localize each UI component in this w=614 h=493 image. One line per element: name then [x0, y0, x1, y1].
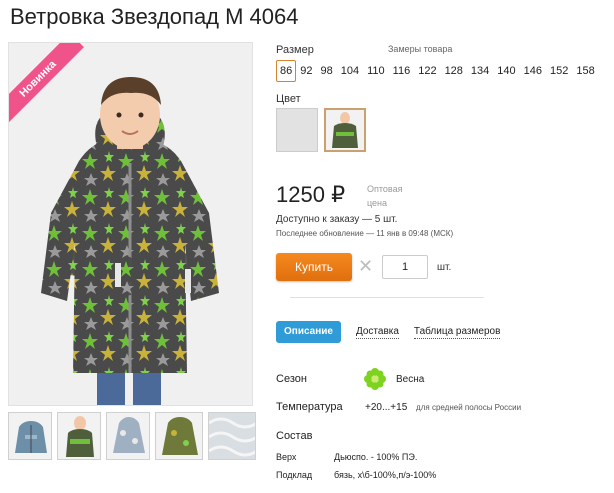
size-option-140[interactable]: 140: [493, 60, 519, 82]
price-currency: ₽: [331, 182, 346, 207]
availability-text: Доступно к заказу — 5 шт.: [276, 214, 398, 225]
composition-lining-row: Подклад бязь, х\б-100%,п/э-100%: [276, 470, 436, 480]
buy-button[interactable]: Купить: [276, 253, 352, 281]
fabric-pattern-thumb-icon: [209, 413, 255, 459]
quantity-input[interactable]: [382, 255, 428, 279]
wholesale-price-label[interactable]: Оптовая цена: [367, 182, 417, 210]
temperature-value-row: +20...+15 для средней полосы России: [365, 402, 521, 413]
divider: [290, 297, 484, 298]
size-option-134[interactable]: 134: [467, 60, 493, 82]
product-title: Ветровка Звездопад М 4064: [10, 4, 299, 29]
size-option-110[interactable]: 110: [363, 60, 389, 82]
size-options: 86 92 98 104 110 116 122 128 134 140 146 152 158: [276, 60, 599, 82]
quantity-unit: шт.: [437, 262, 452, 273]
temperature-note: для средней полосы России: [416, 403, 522, 412]
size-option-152[interactable]: 152: [546, 60, 572, 82]
season-label: Сезон: [276, 373, 307, 385]
size-option-158[interactable]: 158: [572, 60, 598, 82]
season-value: Весна: [396, 374, 425, 385]
thumbnail-3[interactable]: [106, 412, 150, 460]
color-swatch-camo[interactable]: [324, 108, 366, 152]
lining-label: Подклад: [276, 470, 313, 480]
size-option-86[interactable]: 86: [276, 60, 297, 82]
tab-size-table[interactable]: Таблица размеров: [413, 326, 501, 339]
size-option-122[interactable]: 122: [414, 60, 440, 82]
composition-top-row: Верх Дьюспо. - 100% ПЭ.: [276, 452, 417, 462]
thumbnail-5[interactable]: [208, 412, 256, 460]
size-option-98[interactable]: 98: [317, 60, 337, 82]
thumbnail-4[interactable]: [155, 412, 203, 460]
size-option-104[interactable]: 104: [337, 60, 363, 82]
jacket-green-thumb-icon: [156, 413, 202, 459]
price: 1250 ₽: [276, 182, 345, 208]
main-product-image[interactable]: Новинка: [8, 42, 253, 406]
top-label: Верх: [276, 452, 297, 462]
thumbnail-1[interactable]: [8, 412, 52, 460]
color-swatches: [276, 108, 366, 152]
size-chart-link[interactable]: Замеры товара: [388, 44, 452, 54]
times-icon: ✕: [358, 256, 374, 276]
color-swatch-grey[interactable]: [276, 108, 318, 152]
temperature-label: Температура: [276, 401, 343, 413]
size-option-116[interactable]: 116: [389, 60, 415, 82]
product-photo-illustration: [9, 43, 252, 405]
color-label: Цвет: [276, 93, 301, 105]
composition-label: Состав: [276, 430, 313, 442]
size-label: Размер: [276, 44, 314, 56]
thumbnail-2[interactable]: [57, 412, 101, 460]
product-tabs: Описание Доставка Таблица размеров: [276, 321, 515, 343]
top-value: Дьюспо. - 100% ПЭ.: [334, 452, 418, 462]
boy-thumb-icon: [58, 413, 100, 459]
jacket-back-thumb-icon: [107, 413, 149, 459]
size-option-146[interactable]: 146: [520, 60, 546, 82]
thumbnail-gallery: [8, 412, 256, 460]
size-option-92[interactable]: 92: [296, 60, 316, 82]
last-updated-text: Последнее обновление — 11 янв в 09:48 (М…: [276, 229, 454, 238]
jacket-thumb-icon: [9, 413, 51, 459]
camo-jacket-icon: [326, 110, 364, 150]
size-option-128[interactable]: 128: [441, 60, 467, 82]
temperature-value: +20...+15: [365, 402, 408, 413]
price-value: 1250: [276, 182, 325, 207]
tab-description[interactable]: Описание: [276, 321, 341, 343]
tab-delivery[interactable]: Доставка: [355, 326, 399, 339]
lining-value: бязь, х\б-100%,п/э-100%: [334, 470, 437, 480]
flower-icon: [364, 368, 386, 395]
